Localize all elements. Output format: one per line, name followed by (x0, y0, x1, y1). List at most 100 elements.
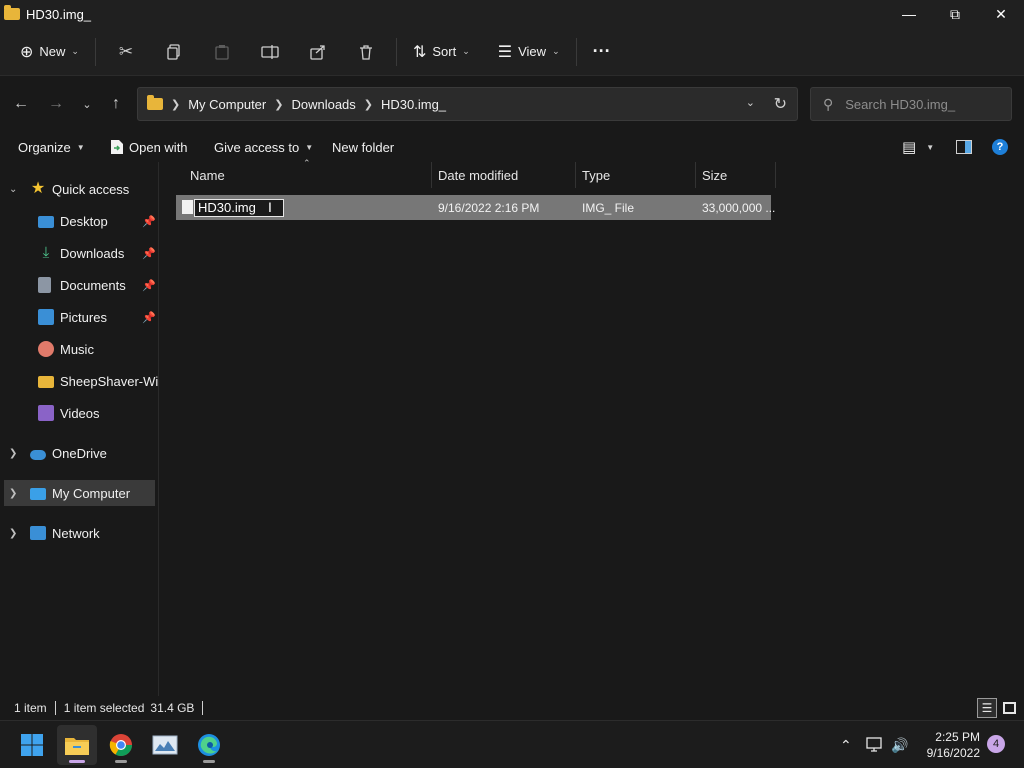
cut-button[interactable]: ✂ (102, 35, 150, 69)
triangle-down-icon: ▼ (926, 142, 935, 152)
back-button[interactable]: ← (5, 88, 37, 120)
open-with-label: Open with (129, 139, 188, 155)
chevron-down-icon: ⌄ (82, 98, 92, 111)
change-view-button[interactable]: ▤ ▼ (902, 138, 934, 156)
pin-icon: 📌 (142, 215, 156, 228)
restore-button[interactable]: ⧉ (932, 0, 978, 28)
large-icons-view-toggle[interactable] (999, 698, 1019, 718)
taskbar-edge[interactable] (189, 725, 229, 765)
share-button[interactable] (294, 35, 342, 69)
nav-downloads[interactable]: ⤓ Downloads 📌 (0, 240, 158, 266)
arrow-right-icon: → (48, 95, 64, 112)
nav-sheepshaver-label: SheepShaver-Winc (60, 373, 158, 389)
nav-sheepshaver-folder[interactable]: SheepShaver-Winc (0, 368, 158, 394)
file-icon (182, 200, 193, 214)
recent-locations-button[interactable]: ⌄ (71, 88, 103, 120)
nav-music[interactable]: Music (0, 336, 158, 362)
help-button[interactable]: ? (992, 139, 1008, 155)
open-with-icon (111, 140, 123, 154)
plus-circle-icon: ⊕ (20, 43, 34, 61)
column-header-type[interactable]: Type (576, 162, 696, 188)
start-button[interactable] (12, 725, 52, 765)
nav-onedrive[interactable]: ❯ OneDrive (0, 440, 158, 466)
nav-documents[interactable]: Documents 📌 (0, 272, 158, 298)
rename-icon (261, 44, 279, 59)
arrow-left-icon: ← (13, 95, 29, 112)
give-access-menu[interactable]: Give access to ▼ (214, 140, 313, 155)
organize-menu[interactable]: Organize ▼ (18, 140, 85, 155)
rename-button[interactable] (246, 35, 294, 69)
column-header-date[interactable]: Date modified (432, 162, 576, 188)
chevron-up-icon: ⌃ (840, 736, 852, 753)
breadcrumb-current-folder[interactable]: HD30.img_ (381, 97, 446, 112)
view-lines-icon: ☰ (497, 43, 513, 61)
selection-info: 1 item selected (63, 701, 145, 715)
new-button[interactable]: ⊕ New ⌄ (10, 35, 89, 69)
nav-videos[interactable]: Videos (0, 400, 158, 426)
nav-my-computer-label: My Computer (52, 485, 131, 501)
address-bar[interactable]: ❯ My Computer ❯ Downloads ❯ HD30.img_ ⌄ … (137, 87, 798, 121)
up-button[interactable]: ↑ (100, 88, 132, 120)
pin-icon: 📌 (142, 311, 156, 324)
notification-badge[interactable]: 4 (987, 735, 1005, 753)
address-row: ← → ⌄ ↑ ❯ My Computer ❯ Downloads ❯ HD30… (0, 76, 1024, 132)
taskbar-file-explorer[interactable] (57, 725, 97, 765)
forward-button[interactable]: → (40, 88, 72, 120)
column-date-label: Date modified (438, 167, 519, 183)
nav-quick-access[interactable]: ⌄ ★ Quick access (0, 176, 158, 202)
chevron-right-icon[interactable]: ❯ (9, 488, 17, 499)
edge-icon (198, 734, 220, 756)
breadcrumb-my-computer[interactable]: My Computer (188, 97, 266, 112)
star-icon: ★ (30, 180, 46, 197)
copy-icon (167, 43, 180, 60)
videos-icon (38, 405, 54, 421)
volume-button[interactable]: 🔊 (891, 721, 908, 768)
chevron-down-icon[interactable]: ⌄ (9, 184, 17, 195)
taskbar-photos-app[interactable] (145, 725, 185, 765)
preview-pane-button[interactable] (956, 140, 972, 154)
details-view-toggle[interactable]: ☰ (977, 698, 997, 718)
network-status-button[interactable] (866, 721, 884, 768)
pictures-icon (38, 309, 54, 325)
breadcrumb-downloads[interactable]: Downloads (291, 97, 355, 112)
desktop-icon (38, 216, 54, 228)
chevron-right-icon[interactable]: ❯ (9, 448, 17, 459)
nav-music-label: Music (60, 341, 94, 357)
speaker-icon: 🔊 (891, 736, 909, 753)
nav-my-computer[interactable]: ❯ My Computer (4, 480, 155, 506)
tray-chevron-button[interactable]: ⌃ (840, 721, 852, 768)
give-access-label: Give access to (214, 139, 300, 155)
nav-pictures[interactable]: Pictures 📌 (0, 304, 158, 330)
search-icon: ⚲ (823, 95, 834, 112)
view-button[interactable]: ☰ View ⌄ (488, 35, 570, 69)
column-header-size[interactable]: Size (696, 162, 776, 188)
download-icon: ⤓ (42, 244, 50, 261)
refresh-button[interactable]: ↻ (774, 94, 787, 114)
sort-button[interactable]: ⇅ Sort ⌄ (403, 35, 480, 69)
arrow-up-icon: ↑ (112, 95, 120, 112)
taskbar-chrome[interactable] (101, 725, 141, 765)
file-explorer-icon (65, 738, 89, 755)
nav-network[interactable]: ❯ Network (0, 520, 158, 546)
breadcrumb-chevron-icon: ❯ (171, 98, 181, 111)
copy-button[interactable] (150, 35, 198, 69)
clock[interactable]: 2:25 PM 9/16/2022 (920, 729, 980, 761)
chevron-right-icon[interactable]: ❯ (9, 528, 17, 539)
title-bar: HD30.img_ — ⧉ ✕ (0, 0, 1024, 28)
delete-button[interactable] (342, 35, 390, 69)
divider (395, 37, 397, 66)
address-history-dropdown[interactable]: ⌄ (746, 96, 755, 109)
divider (575, 37, 577, 66)
nav-onedrive-label: OneDrive (52, 445, 107, 461)
minimize-button[interactable]: — (886, 0, 932, 28)
nav-desktop[interactable]: Desktop 📌 (0, 208, 158, 234)
close-button[interactable]: ✕ (978, 0, 1024, 28)
paste-button[interactable] (198, 35, 246, 69)
cloud-icon (30, 449, 46, 460)
open-with-button[interactable]: Open with (110, 139, 188, 155)
more-options-button[interactable]: ··· (583, 35, 621, 69)
pane-divider[interactable] (158, 162, 159, 696)
network-monitor-icon (866, 737, 882, 752)
new-folder-button[interactable]: New folder (332, 140, 394, 155)
search-input[interactable]: ⚲ Search HD30.img_ (810, 87, 1012, 121)
